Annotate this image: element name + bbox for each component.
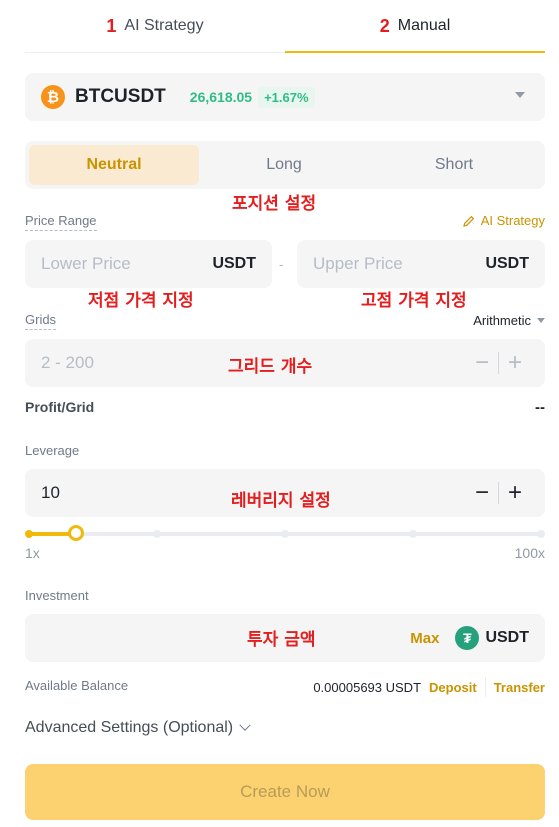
leverage-increment-button[interactable]: + [501,479,529,507]
slider-max-label: 100x [514,545,545,561]
available-balance-label: Available Balance [25,678,129,693]
annotation-upper-price: 고점 가격 지정 [361,291,467,311]
upper-price-input[interactable] [313,254,486,274]
caret-down-icon [515,92,525,98]
lower-price-box: USDT [25,240,272,288]
transfer-link[interactable]: Transfer [494,680,545,695]
pair-selector[interactable]: ₿ BTCUSDT 26,618.05 +1.67% [25,73,545,121]
pencil-icon [462,215,474,227]
deposit-link[interactable]: Deposit [429,680,477,695]
lower-price-input[interactable] [41,254,213,274]
tab-ai-strategy[interactable]: 1 AI Strategy [25,0,285,52]
tab-number-annotation: 1 [106,15,117,36]
grids-stepper: − + [468,349,529,377]
advanced-settings-label: Advanced Settings (Optional) [25,719,234,736]
pair-name: BTCUSDT [75,86,166,107]
investment-unit: USDT [485,629,529,646]
tab-number-annotation: 2 [379,15,390,36]
slider-min-label: 1x [25,545,40,561]
max-button[interactable]: Max [410,630,439,647]
annotation-grids: 그리드 개수 [228,357,313,377]
position-long-button[interactable]: Long [199,145,369,185]
pair-change-badge: +1.67% [258,86,315,108]
tab-label: AI Strategy [124,17,204,34]
grids-increment-button[interactable]: + [501,349,529,377]
leverage-decrement-button[interactable]: − [468,479,496,507]
annotation-position: 포지션 설정 [232,194,317,214]
slider-mark [281,530,289,538]
annotation-leverage: 레버리지 설정 [231,491,331,511]
leverage-label: Leverage [25,443,80,458]
position-short-button[interactable]: Short [369,145,539,185]
grid-mode-value: Arithmetic [473,313,531,328]
stepper-divider [498,352,499,374]
available-balance-value: 0.00005693 USDT [313,679,422,695]
profit-grid-value: -- [535,399,545,416]
ai-strategy-link[interactable]: AI Strategy [462,213,545,228]
stepper-divider [498,482,499,504]
position-segmented-control: Neutral Long Short [25,141,545,189]
chevron-down-icon [239,719,251,731]
slider-thumb[interactable] [68,525,84,541]
strategy-tabs: 1 AI Strategy 2 Manual [25,0,545,53]
tab-label: Manual [397,17,451,34]
leverage-slider[interactable] [25,522,545,544]
profit-grid-label: Profit/Grid [25,399,95,415]
upper-price-unit: USDT [485,255,529,272]
annotation-investment: 투자 금액 [247,630,316,650]
ai-strategy-link-label: AI Strategy [480,213,545,228]
grids-decrement-button[interactable]: − [468,349,496,377]
investment-input[interactable] [41,628,411,648]
lower-price-unit: USDT [212,255,256,272]
investment-label: Investment [25,588,89,603]
position-neutral-button[interactable]: Neutral [29,145,199,185]
price-range-label: Price Range [25,213,97,231]
slider-mark [537,530,545,538]
slider-mark [409,530,417,538]
link-divider [484,677,486,697]
annotation-lower-price: 저점 가격 지정 [88,291,194,311]
pair-price: 26,618.05 [189,89,253,105]
leverage-stepper: − + [468,479,529,507]
bitcoin-icon: ₿ [41,85,65,109]
grids-label: Grids [25,312,57,330]
tab-manual[interactable]: 2 Manual [285,0,545,53]
slider-mark [25,530,33,538]
advanced-settings-toggle[interactable]: Advanced Settings (Optional) [25,719,251,737]
slider-mark [153,530,161,538]
grid-mode-select[interactable]: Arithmetic [473,313,545,328]
caret-down-icon [537,318,545,323]
tether-icon: ₮ [455,626,480,650]
range-separator: - [279,256,284,272]
create-now-button[interactable]: Create Now [25,764,545,820]
balance-row: 0.00005693 USDT Deposit Transfer [313,677,545,697]
upper-price-box: USDT [297,240,545,288]
